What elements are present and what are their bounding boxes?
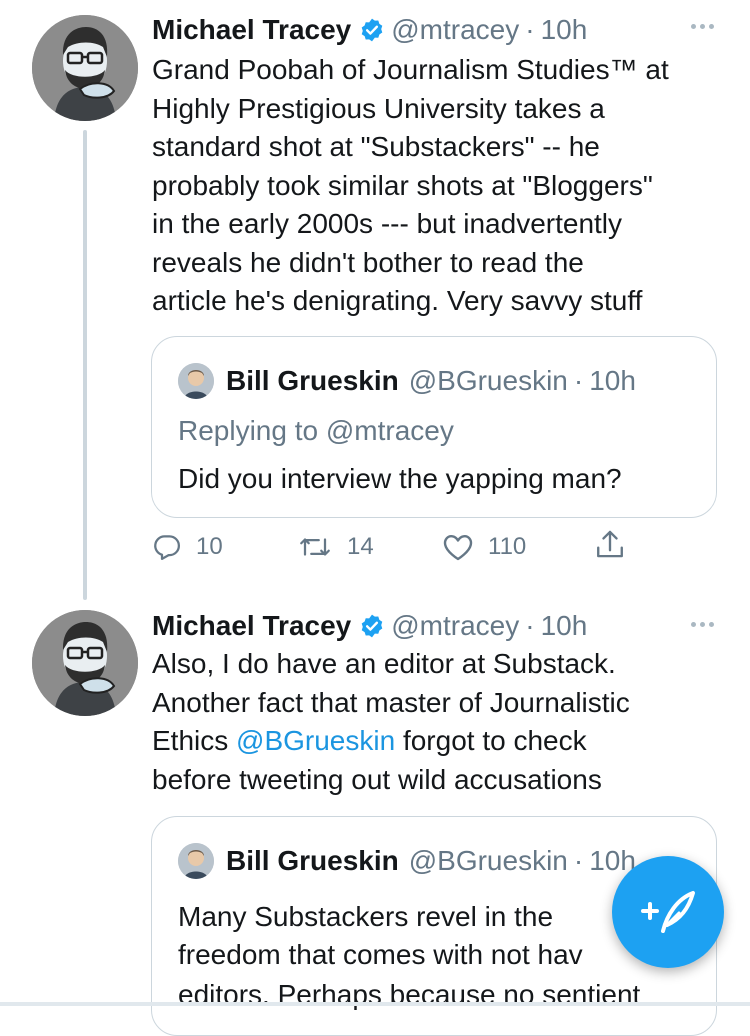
tweet-text: Also, I do have an editor at Substack. A… — [152, 645, 722, 799]
share-icon — [597, 530, 623, 558]
timestamp[interactable]: 10h — [541, 14, 588, 46]
quoted-avatar — [178, 843, 214, 879]
tweet-text-line: Another fact that master of Journalistic — [152, 686, 630, 718]
author-handle[interactable]: @mtracey — [391, 14, 519, 46]
author-handle[interactable]: @mtracey — [391, 610, 519, 642]
bottom-divider — [0, 1002, 750, 1006]
like-button[interactable]: 110 — [442, 532, 526, 562]
author-name[interactable]: Michael Tracey — [152, 610, 351, 642]
tweet-text-line: probably took similar shots at "Bloggers… — [152, 169, 653, 201]
mention-link[interactable]: @BGrueskin — [236, 725, 395, 756]
retweet-button[interactable]: 14 — [297, 532, 374, 562]
text-segment: Ethics — [152, 725, 237, 756]
tweet-text-line: before tweeting out wild accusations — [152, 763, 602, 795]
timestamp[interactable]: 10h — [541, 610, 588, 642]
separator-dot: · — [573, 365, 584, 396]
quoted-tweet-text-line: Many Substackers revel in the — [178, 901, 554, 932]
retweet-icon — [300, 538, 330, 556]
share-button[interactable] — [594, 528, 640, 562]
tweet-header: Michael Tracey @mtracey · 10h — [152, 606, 587, 646]
tweet-text-line: Also, I do have an editor at Substack. — [152, 648, 616, 679]
separator-dot: · — [525, 14, 535, 45]
quoted-tweet-text: Did you interview the yapping man? — [178, 463, 622, 494]
tweet-text-line: standard shot at "Substackers" -- he — [152, 131, 600, 162]
quoted-author-handle: @BGrueskin — [408, 365, 568, 396]
quoted-tweet-header: Bill Grueskin @BGrueskin · 10h — [178, 843, 636, 879]
author-name[interactable]: Michael Tracey — [152, 14, 351, 46]
quoted-tweet[interactable]: Bill Grueskin @BGrueskin · 10h Replying … — [151, 336, 717, 518]
quoted-tweet-text-line: editors. Perhaps because no sentient — [178, 979, 641, 1010]
separator-dot: · — [573, 845, 584, 876]
tweet-text-line: Grand Poobah of Journalism Studies™ at — [152, 54, 669, 85]
replying-to-label: Replying to @mtracey — [178, 415, 454, 446]
quoted-tweet-header: Bill Grueskin @BGrueskin · 10h — [178, 363, 636, 399]
tweet-text: Grand Poobah of Journalism Studies™ at H… — [152, 51, 722, 321]
tweet-actions: 10 14 110 — [152, 530, 712, 572]
tweet-text-line: in the early 2000s --- but inadvertently — [152, 208, 623, 239]
quoted-author-name: Bill Grueskin — [226, 365, 399, 396]
tweet-1[interactable]: Michael Tracey @mtracey · 10h Grand Poob… — [0, 0, 750, 600]
like-count: 110 — [488, 533, 527, 560]
tweet-text-line: article he's denigrating. Very savvy stu… — [152, 285, 643, 316]
reply-button[interactable]: 10 — [152, 532, 223, 562]
tweet-text-line: Ethics @BGrueskin forgot to check — [152, 722, 722, 761]
verified-badge-icon — [359, 17, 385, 43]
avatar-illustration — [32, 15, 138, 121]
reply-count: 10 — [196, 533, 223, 560]
avatar[interactable] — [32, 610, 138, 716]
quoted-tweet-text-line: freedom that comes with not hav — [178, 939, 583, 970]
text-segment: forgot to check — [395, 725, 587, 756]
retweet-count: 14 — [347, 533, 374, 560]
quoted-author-name: Bill Grueskin — [226, 845, 399, 876]
tweet-text-line: reveals he didn't bother to read the — [152, 246, 584, 278]
compose-tweet-icon — [641, 891, 695, 933]
tweet-text-line: Highly Prestigious University takes a — [152, 92, 605, 124]
avatar-illustration — [32, 610, 138, 716]
quoted-avatar — [178, 363, 214, 399]
quoted-timestamp: 10h — [589, 365, 636, 396]
separator-dot: · — [525, 610, 535, 641]
more-dots-icon[interactable] — [691, 622, 714, 627]
avatar[interactable] — [32, 15, 138, 121]
heart-icon — [443, 535, 473, 561]
compose-tweet-button[interactable] — [612, 856, 724, 968]
verified-badge-icon — [359, 613, 385, 639]
tweet-header: Michael Tracey @mtracey · 10h — [152, 10, 587, 50]
quoted-author-handle: @BGrueskin — [408, 845, 568, 876]
reply-icon — [154, 535, 180, 560]
more-dots-icon[interactable] — [691, 24, 714, 29]
